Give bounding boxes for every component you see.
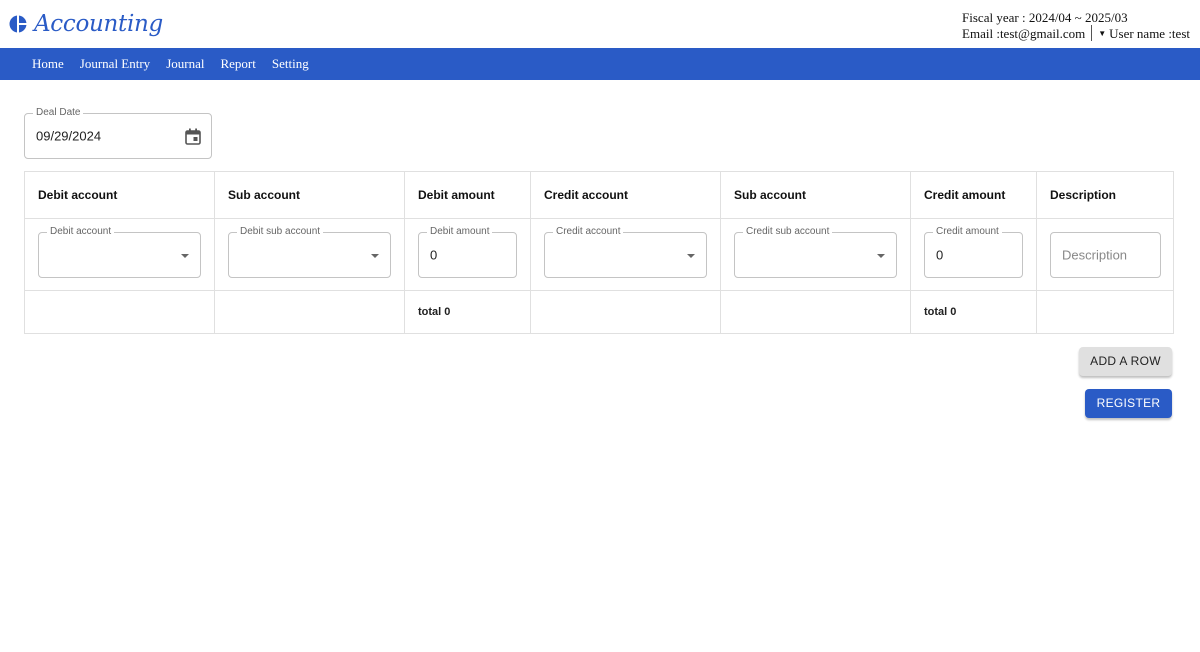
cell-description: Description [1036,218,1174,291]
total-empty-cell [530,290,721,334]
cell-credit-account: Credit account [530,218,721,291]
dropdown-arrow-icon[interactable] [371,254,379,258]
debit-amount-input[interactable]: Debit amount 0 [418,226,517,278]
nav-item-home[interactable]: Home [24,56,72,72]
credit-amount-input[interactable]: Credit amount 0 [924,226,1023,278]
debit-sub-account-label: Debit sub account [237,226,324,238]
user-name[interactable]: User name :test [1109,26,1190,41]
total-empty-cell [1036,290,1174,334]
credit-amount-label: Credit amount [933,226,1002,238]
debit-total: total 0 [404,290,531,334]
description-placeholder[interactable]: Description [1062,248,1127,263]
cell-debit-sub-account: Debit sub account [214,218,405,291]
credit-total: total 0 [910,290,1037,334]
credit-account-label: Credit account [553,226,624,238]
total-empty-cell [24,290,215,334]
description-input[interactable]: Description [1050,232,1161,278]
dropdown-arrow-icon[interactable] [181,254,189,258]
header-debit-sub-account: Sub account [214,171,405,219]
divider [1091,25,1093,41]
debit-account-select[interactable]: Debit account [38,226,201,278]
header-debit-account: Debit account [24,171,215,219]
user-info: Fiscal year : 2024/04 ~ 2025/03 Email :t… [962,10,1190,41]
caret-down-icon[interactable]: ▼ [1098,26,1106,41]
cell-debit-amount: Debit amount 0 [404,218,531,291]
nav-item-journal-entry[interactable]: Journal Entry [72,56,158,72]
add-row-button[interactable]: ADD A ROW [1079,347,1172,376]
nav-item-setting[interactable]: Setting [264,56,317,72]
nav-item-journal[interactable]: Journal [158,56,212,72]
total-empty-cell [214,290,405,334]
header-credit-amount: Credit amount [910,171,1037,219]
app-logo[interactable]: Accounting [9,11,163,37]
deal-date-field[interactable]: Deal Date 09/29/2024 [24,107,212,159]
cell-debit-account: Debit account [24,218,215,291]
credit-sub-account-select[interactable]: Credit sub account [734,226,897,278]
header-credit-account: Credit account [530,171,721,219]
totals-row: total 0 total 0 [24,290,1174,334]
credit-amount-value[interactable]: 0 [936,248,943,263]
fiscal-year: Fiscal year : 2024/04 ~ 2025/03 [962,10,1128,25]
cell-credit-amount: Credit amount 0 [910,218,1037,291]
debit-sub-account-select[interactable]: Debit sub account [228,226,391,278]
main-nav: Home Journal Entry Journal Report Settin… [0,48,1200,80]
journal-entry-table: Debit account Sub account Debit amount C… [24,171,1174,334]
header-description: Description [1036,171,1174,219]
dropdown-arrow-icon[interactable] [877,254,885,258]
calendar-icon[interactable] [185,128,201,145]
app-title: Accounting [34,11,163,37]
cell-credit-sub-account: Credit sub account [720,218,911,291]
debit-account-label: Debit account [47,226,115,238]
nav-item-report[interactable]: Report [212,56,263,72]
user-email: Email :test@gmail.com [962,25,1086,41]
credit-sub-account-label: Credit sub account [743,226,833,238]
debit-amount-label: Debit amount [427,226,493,238]
credit-account-select[interactable]: Credit account [544,226,707,278]
total-empty-cell [720,290,911,334]
app-header: Accounting Fiscal year : 2024/04 ~ 2025/… [0,0,1200,48]
header-credit-sub-account: Sub account [720,171,911,219]
table-header-row: Debit account Sub account Debit amount C… [24,171,1174,219]
table-row: Debit account Debit sub account Debit am… [24,218,1174,291]
dropdown-arrow-icon[interactable] [687,254,695,258]
pie-chart-icon [9,15,27,33]
debit-amount-value[interactable]: 0 [430,248,437,263]
header-debit-amount: Debit amount [404,171,531,219]
deal-date-value[interactable]: 09/29/2024 [36,129,101,144]
register-button[interactable]: REGISTER [1085,389,1172,418]
deal-date-label: Deal Date [33,107,84,119]
